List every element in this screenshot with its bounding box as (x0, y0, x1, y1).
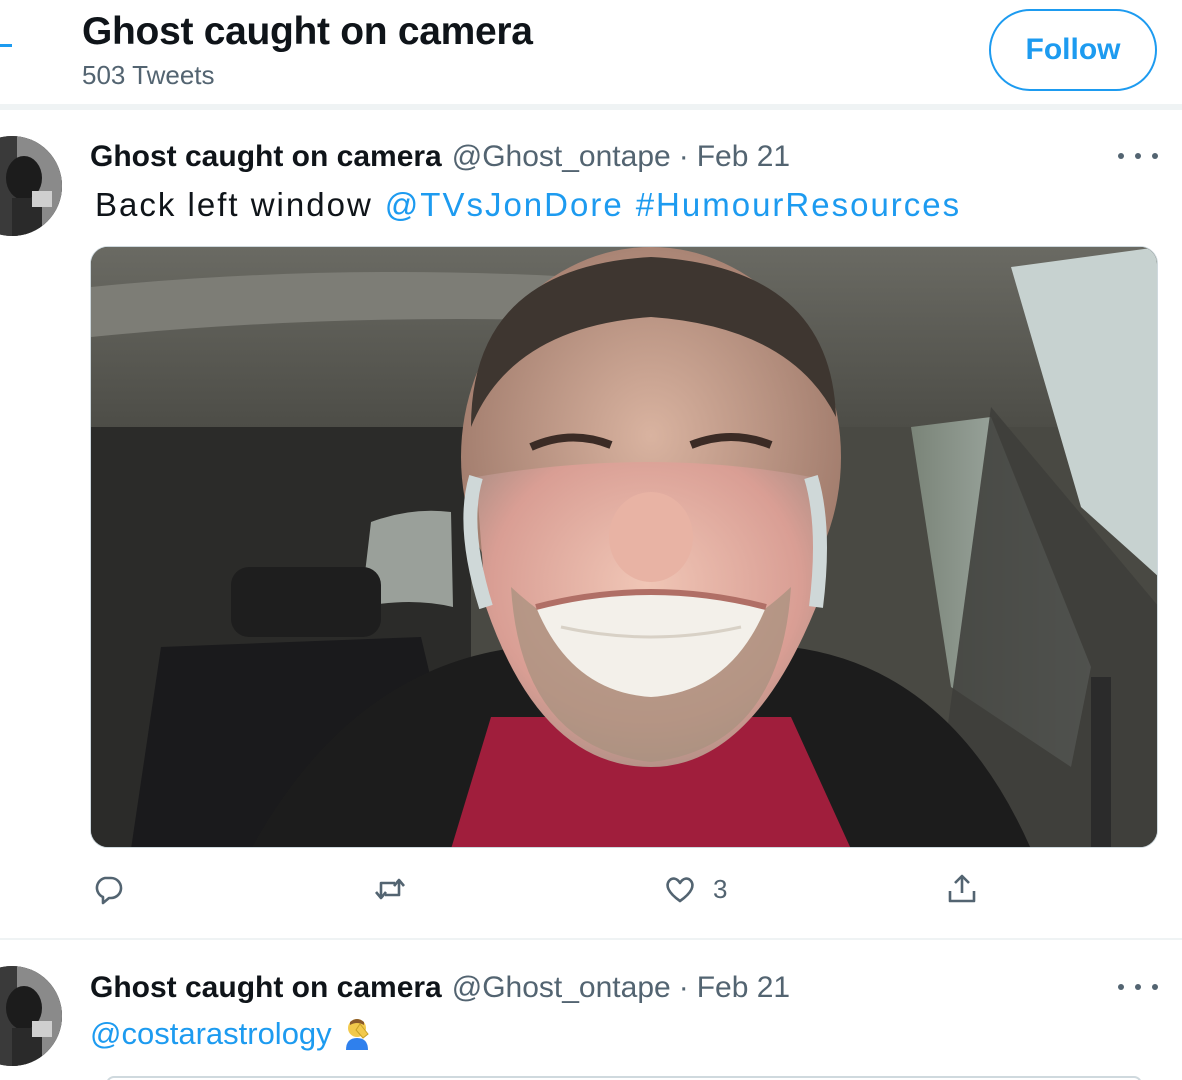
tweet-photo[interactable] (90, 246, 1158, 848)
author-handle[interactable]: @Ghost_ontape (452, 971, 671, 1005)
avatar[interactable] (0, 966, 62, 1066)
author-handle[interactable]: @Ghost_ontape (452, 140, 671, 174)
tweet-text: Back left window @TVsJonDore #HumourResour… (95, 186, 961, 224)
back-arrow-icon[interactable] (0, 44, 12, 47)
tweet-date[interactable]: Feb 21 (697, 140, 790, 174)
like-icon (666, 877, 694, 903)
author-name[interactable]: Ghost caught on camera (90, 140, 442, 174)
tweet-date[interactable]: Feb 21 (697, 971, 790, 1005)
retweet-icon (375, 878, 405, 900)
mention-link[interactable]: @TVsJonDore (385, 186, 624, 223)
facepalm-emoji (345, 1019, 369, 1050)
tweet-count: 503 Tweets (82, 60, 215, 90)
tweet-actions: 3 (0, 872, 1182, 920)
hashtag-link[interactable]: #HumourResources (636, 186, 961, 223)
author-name[interactable]: Ghost caught on camera (90, 971, 442, 1005)
tweet-text: @costarastrology (90, 1016, 372, 1052)
tweet-header: Ghost caught on camera @Ghost_ontape · F… (90, 140, 790, 174)
tweet-divider (0, 938, 1182, 940)
retweet-button[interactable] (373, 872, 407, 906)
profile-header: Ghost caught on camera 503 Tweets Follow (0, 0, 1182, 104)
tweet[interactable]: Ghost caught on camera @Ghost_ontape · F… (0, 110, 1182, 940)
follow-button[interactable]: Follow (989, 9, 1157, 91)
embedded-card[interactable] (106, 1076, 1142, 1080)
share-button[interactable] (945, 872, 979, 906)
more-icon[interactable] (1118, 146, 1158, 166)
separator-dot: · (678, 140, 689, 173)
separator-dot: · (678, 971, 689, 1004)
tweet-body: Back left window (95, 186, 373, 223)
share-icon (948, 874, 976, 903)
avatar[interactable] (0, 136, 62, 236)
like-count: 3 (713, 873, 728, 904)
tweet[interactable]: Ghost caught on camera @Ghost_ontape · F… (0, 942, 1182, 1080)
page-title: Ghost caught on camera (82, 10, 533, 53)
mention-link[interactable]: @costarastrology (90, 1016, 332, 1051)
tweet-header: Ghost caught on camera @Ghost_ontape · F… (90, 971, 790, 1005)
more-icon[interactable] (1118, 977, 1158, 997)
like-button[interactable]: 3 (663, 872, 727, 906)
reply-icon (95, 876, 123, 905)
reply-button[interactable] (91, 872, 125, 906)
